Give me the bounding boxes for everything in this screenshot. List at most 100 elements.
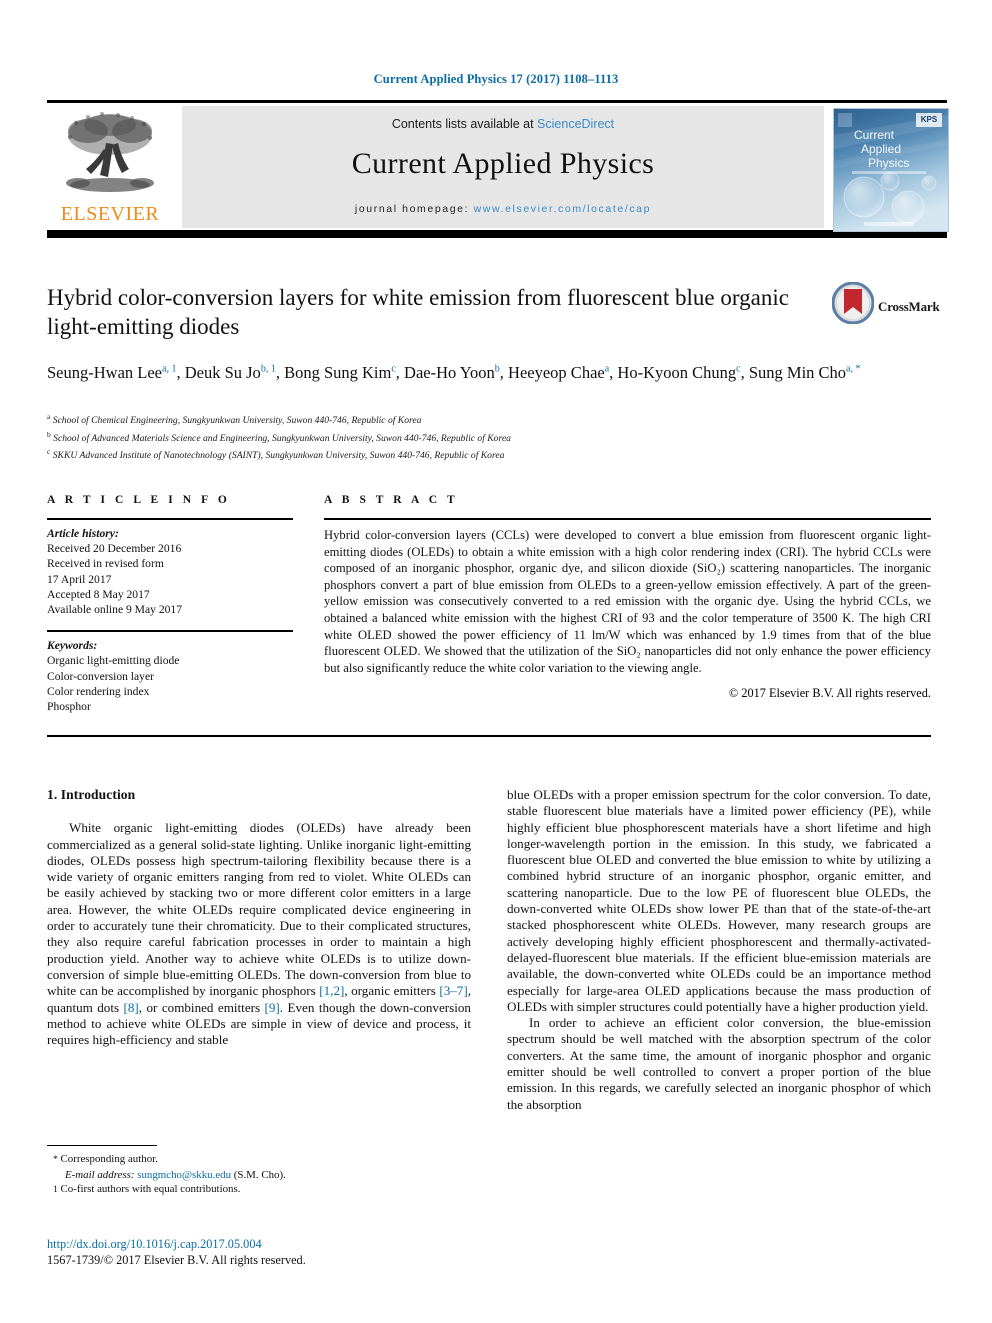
affiliation-text: School of Advanced Materials Science and…: [53, 432, 511, 444]
paragraph-text: In order to achieve an efficient color c…: [507, 1015, 931, 1112]
abstract-bottom-rule: [47, 735, 931, 737]
keyword-item: Organic light-emitting diode: [47, 654, 180, 668]
author-affiliation-mark: a, 1: [162, 363, 177, 374]
masthead-bottom-rule: [47, 230, 947, 238]
footnote-corresponding-author: * Corresponding author.: [47, 1152, 471, 1168]
author-name: Bong Sung Kim: [284, 362, 392, 382]
article-history-item: Received 20 December 2016: [47, 542, 182, 556]
paragraph-text: White organic light-emitting diodes (OLE…: [47, 820, 471, 1048]
article-history-item: 17 April 2017: [47, 572, 112, 586]
body-paragraph: In order to achieve an efficient color c…: [507, 1015, 931, 1113]
author-entry: Seung-Hwan Leea, 1,: [47, 362, 185, 382]
svg-text:KPS: KPS: [921, 115, 938, 124]
author-name: Ho-Kyoon Chung: [617, 362, 737, 382]
article-history-item: Received in revised form: [47, 557, 164, 571]
affiliation-mark: a: [47, 412, 51, 421]
elsevier-tree-icon: [66, 112, 154, 192]
sciencedirect-link[interactable]: ScienceDirect: [537, 117, 614, 131]
author-name: Deuk Su Jo: [184, 362, 261, 382]
author-name: Sung Min Cho: [748, 362, 847, 382]
footnote-block: * Corresponding author. E-mail address: …: [47, 1152, 471, 1198]
author-entry: Bong Sung Kimc,: [284, 362, 405, 382]
footnote-rule: [47, 1145, 157, 1146]
affiliation-mark: b: [47, 429, 51, 439]
journal-title: Current Applied Physics: [351, 147, 655, 180]
footnote-text: Co-first authors with equal contribution…: [60, 1183, 241, 1196]
citation-reference[interactable]: [9]: [265, 1000, 280, 1015]
article-info-separator: [47, 630, 293, 633]
footnote-mark: 1: [53, 1185, 58, 1196]
author-entry: Dae-Ho Yoonb,: [404, 362, 509, 382]
body-paragraph: blue OLEDs with a proper emission spectr…: [507, 787, 931, 1015]
affiliation-item: b School of Advanced Materials Science a…: [47, 428, 927, 446]
footnote-mark: *: [53, 1155, 58, 1165]
author-entry: Ho-Kyoon Chungc,: [617, 362, 749, 382]
citation-reference[interactable]: [3–7]: [439, 983, 467, 998]
elsevier-wordmark: ELSEVIER: [60, 203, 160, 225]
elsevier-logo: ELSEVIER: [50, 109, 170, 228]
running-head: Current Applied Physics 17 (2017) 1108–1…: [373, 72, 619, 86]
article-info-rule: [47, 518, 293, 520]
journal-homepage-line: journal homepage: www.elsevier.com/locat…: [182, 203, 824, 215]
homepage-url-link[interactable]: www.elsevier.com/locate/cap: [474, 203, 651, 215]
keyword-item: Phosphor: [47, 700, 91, 714]
affiliation-text: School of Chemical Engineering, Sungkyun…: [52, 415, 422, 427]
keyword-item: Color-conversion layer: [47, 669, 154, 683]
svg-text:Applied: Applied: [861, 142, 901, 156]
footnote-text: Corresponding author.: [60, 1153, 158, 1165]
citation-reference[interactable]: [1,2]: [319, 983, 344, 998]
page-title: Hybrid color-conversion layers for white…: [47, 285, 789, 339]
abstract-text: Hybrid color-conversion layers (CCLs) we…: [324, 528, 931, 675]
keywords-label: Keywords:: [47, 639, 98, 653]
journal-cover-thumbnail: KPS Current Applied Physics: [833, 108, 949, 232]
homepage-prefix: journal homepage:: [354, 203, 474, 215]
author-entry: Sung Min Choa, *: [749, 363, 861, 382]
footnote-cofirst-authors: 1 Co-first authors with equal contributi…: [47, 1182, 471, 1198]
article-history-item: Accepted 8 May 2017: [47, 587, 150, 601]
article-info-heading: A R T I C L E I N F O: [47, 494, 231, 506]
abstract-column: A B S T R A C T Hybrid color-conversion …: [324, 494, 931, 701]
author-entry: Heeyeop Chaea,: [508, 362, 618, 382]
keyword-item: Color rendering index: [47, 684, 150, 698]
abstract-copyright: © 2017 Elsevier B.V. All rights reserved…: [728, 686, 931, 701]
affiliation-mark: c: [47, 447, 51, 457]
journal-masthead: ELSEVIER Contents lists available at Sci…: [47, 100, 949, 238]
email-address-label: E-mail address:: [65, 1168, 135, 1181]
email-address-link[interactable]: sungmcho@skku.edu: [137, 1169, 231, 1181]
abstract-rule: [324, 518, 931, 520]
contents-lists-line: Contents lists available at ScienceDirec…: [182, 117, 824, 131]
author-affiliation-mark: b, 1: [260, 363, 276, 374]
citation-reference[interactable]: [8]: [124, 1000, 139, 1015]
issn-copyright: 1567-1739/© 2017 Elsevier B.V. All right…: [47, 1253, 306, 1267]
affiliation-item: a School of Chemical Engineering, Sungky…: [47, 410, 927, 428]
email-owner: (S.M. Cho).: [233, 1168, 286, 1181]
article-history-item: Available online 9 May 2017: [47, 603, 183, 617]
paragraph-text: blue OLEDs with a proper emission spectr…: [507, 787, 931, 1014]
svg-text:Current: Current: [854, 128, 895, 142]
crossmark-label: CrossMark: [878, 299, 940, 314]
crossmark-icon: [831, 281, 875, 325]
author-list: Seung-Hwan Leea, 1, Deuk Su Job, 1, Bong…: [47, 358, 897, 384]
svg-text:Physics: Physics: [868, 156, 909, 170]
author-name: Heeyeop Chae: [508, 362, 605, 382]
keywords-block: Keywords: Organic light-emitting diode C…: [47, 638, 293, 714]
author-name: Seung-Hwan Lee: [47, 362, 163, 382]
footnote-email: E-mail address: sungmcho@skku.edu (S.M. …: [47, 1168, 471, 1183]
affiliation-list: a School of Chemical Engineering, Sungky…: [47, 410, 927, 463]
crossmark-badge[interactable]: CrossMark: [831, 281, 950, 334]
contents-lists-prefix: Contents lists available at: [391, 117, 538, 131]
journal-cover-image: KPS Current Applied Physics: [834, 109, 948, 231]
author-affiliation-mark: a, *: [846, 363, 861, 374]
author-name: Dae-Ho Yoon: [404, 362, 495, 382]
page-footer: http://dx.doi.org/10.1016/j.cap.2017.05.…: [47, 1236, 547, 1268]
body-paragraph: White organic light-emitting diodes (OLE…: [47, 820, 471, 1048]
paper-page: Current Applied Physics 17 (2017) 1108–1…: [0, 0, 992, 1323]
doi-link[interactable]: http://dx.doi.org/10.1016/j.cap.2017.05.…: [47, 1236, 547, 1252]
title-block: Hybrid color-conversion layers for white…: [47, 283, 837, 341]
abstract-heading: A B S T R A C T: [324, 494, 459, 506]
article-history-block: Article history: Received 20 December 20…: [47, 526, 293, 617]
author-entry: Deuk Su Job, 1,: [184, 362, 285, 382]
body-column-right: blue OLEDs with a proper emission spectr…: [507, 787, 931, 1113]
affiliation-item: c SKKU Advanced Institute of Nanotechnol…: [47, 445, 927, 463]
masthead-body: ELSEVIER Contents lists available at Sci…: [47, 103, 949, 232]
